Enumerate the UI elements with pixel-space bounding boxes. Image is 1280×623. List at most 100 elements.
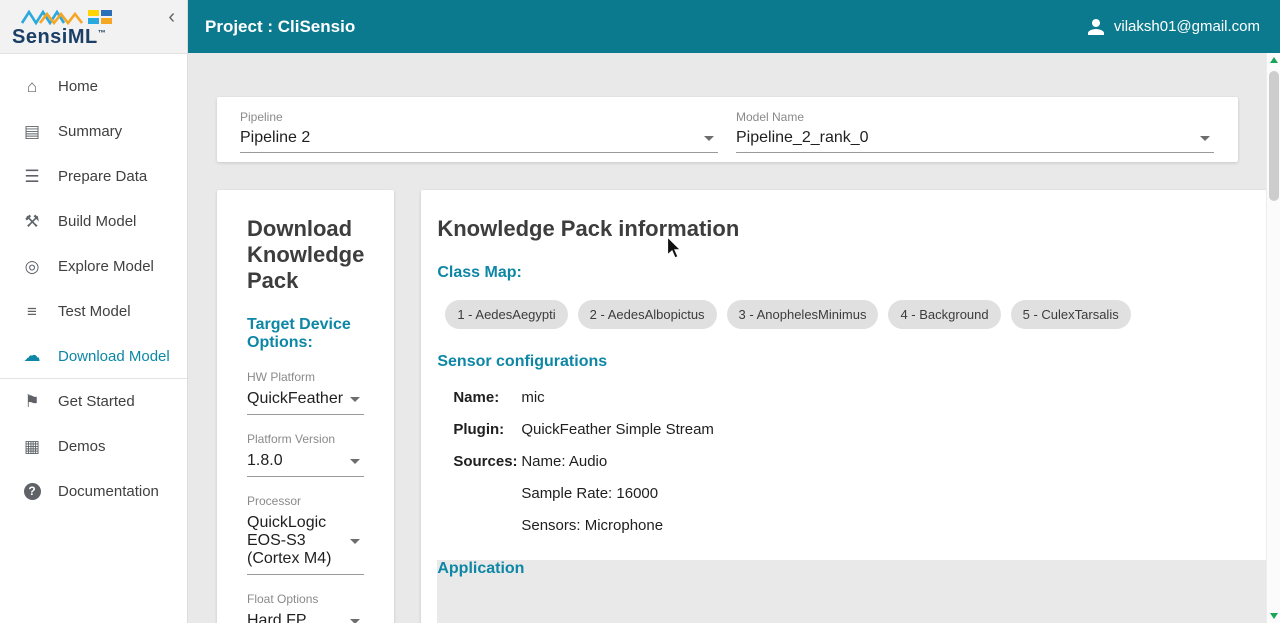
- sidebar-item-label: Download Model: [58, 347, 170, 365]
- logo-text: SensiML™: [12, 25, 107, 48]
- person-icon: [1087, 18, 1104, 35]
- device-option-select[interactable]: Processor QuickLogic EOS-S3 (Cortex M4): [247, 494, 365, 575]
- model-name-select-label: Model Name: [736, 110, 805, 124]
- model-name-select-value: Pipeline_2_rank_0: [736, 129, 869, 146]
- device-option-select[interactable]: HW Platform QuickFeather: [247, 370, 365, 415]
- sensor-configurations-heading: Sensor configurations: [437, 353, 608, 370]
- sensor-config-row: Name: mic: [453, 389, 1266, 406]
- dropdown-arrow-icon[interactable]: [350, 618, 361, 623]
- application-heading: Application: [437, 560, 1266, 623]
- sensor-config-value: Name: Audio: [521, 453, 608, 470]
- class-map-heading: Class Map:: [437, 264, 522, 281]
- pipeline-select-label: Pipeline: [240, 110, 283, 124]
- pipeline-select[interactable]: Pipeline Pipeline 2: [240, 110, 718, 153]
- sidebar-item[interactable]: ☁ Download Model: [0, 334, 187, 379]
- sensor-config-value: Sensors: Microphone: [521, 517, 664, 534]
- dropdown-arrow-icon[interactable]: [704, 135, 714, 141]
- user-email: vilaksh01@gmail.com: [1113, 18, 1260, 35]
- dropdown-arrow-icon[interactable]: [350, 396, 361, 402]
- sensor-config-row: Sensors: Microphone: [453, 517, 1266, 534]
- logo-waves-icon: [20, 9, 112, 25]
- sidebar-nav: ⌂ Home ▤ Summary ☰ Prepare Data ⚒ Build …: [0, 54, 187, 514]
- device-option-value: 1.8.0: [247, 452, 283, 469]
- class-chip: 1 - AedesAegypti: [445, 300, 568, 329]
- sensor-config-value: QuickFeather Simple Stream: [521, 421, 714, 438]
- scrollbar-thumb[interactable]: [1269, 71, 1279, 201]
- sensiml-logo: SensiML™: [12, 7, 124, 47]
- sidebar-item-label: Home: [58, 78, 99, 95]
- sensor-config-label: Sources:: [453, 453, 518, 470]
- dropdown-arrow-icon[interactable]: [350, 458, 361, 464]
- sidebar-item[interactable]: ▦ Demos: [0, 424, 187, 469]
- sidebar-item[interactable]: ? Documentation: [0, 469, 187, 514]
- scrollbar[interactable]: [1266, 53, 1280, 623]
- test-model-icon: ≡: [27, 301, 37, 321]
- pipeline-selector-bar: Pipeline Pipeline 2 Model Name Pipeline_…: [217, 97, 1238, 162]
- sidebar-item[interactable]: ☰ Prepare Data: [0, 154, 187, 199]
- target-device-options-heading: Target Device Options:: [247, 316, 351, 351]
- class-map-chips: 1 - AedesAegypti 2 - AedesAlbopictus 3 -…: [445, 300, 1266, 329]
- sensor-config-label: [453, 485, 521, 502]
- sidebar-item[interactable]: ⚑ Get Started: [0, 379, 187, 424]
- sidebar-item-label: Prepare Data: [58, 168, 148, 185]
- device-option-label: Float Options: [247, 592, 319, 606]
- sidebar-collapse-icon[interactable]: ‹: [162, 4, 181, 31]
- explore-model-icon: ◎: [24, 256, 40, 276]
- sidebar-item-label: Build Model: [58, 213, 137, 230]
- class-chip: 4 - Background: [888, 300, 1001, 329]
- sidebar-item[interactable]: ◎ Explore Model: [0, 244, 187, 289]
- sensor-config-label: [453, 517, 521, 534]
- device-option-value: QuickLogic EOS-S3 (Cortex M4): [247, 514, 332, 567]
- user-account-button[interactable]: vilaksh01@gmail.com: [1086, 17, 1260, 37]
- download-model-icon: ☁: [23, 346, 41, 365]
- app-window: SensiML™ ‹ ⌂ Home ▤ Summary ☰ Prepare Da…: [0, 0, 1280, 623]
- device-option-select[interactable]: Platform Version 1.8.0: [247, 432, 365, 477]
- sensor-config-row: Plugin: QuickFeather Simple Stream: [453, 421, 1266, 438]
- device-option-label: HW Platform: [247, 370, 316, 384]
- class-chip: 3 - AnophelesMinimus: [726, 300, 879, 329]
- device-option-value: QuickFeather: [247, 390, 344, 407]
- pipeline-select-value: Pipeline 2: [240, 129, 311, 146]
- sidebar-item[interactable]: ≡ Test Model: [0, 289, 187, 334]
- home-icon: ⌂: [26, 76, 38, 96]
- sidebar-item-label: Demos: [58, 438, 106, 455]
- sensor-configuration-rows: Name: mic Plugin: QuickFeather Simple St…: [453, 389, 1266, 534]
- get-started-icon: ⚑: [24, 391, 40, 411]
- main-content: Pipeline Pipeline 2 Model Name Pipeline_…: [188, 53, 1266, 623]
- build-model-icon: ⚒: [24, 211, 40, 231]
- sidebar: SensiML™ ‹ ⌂ Home ▤ Summary ☰ Prepare Da…: [0, 0, 188, 623]
- device-option-value: Hard FP: [247, 612, 307, 623]
- sensor-config-row: Sources: Name: Audio: [453, 453, 1266, 470]
- project-title: Project : CliSensio: [205, 16, 356, 36]
- scroll-up-arrow-icon[interactable]: [1267, 53, 1280, 67]
- prepare-data-icon: ☰: [24, 166, 40, 186]
- dropdown-arrow-icon[interactable]: [1200, 135, 1210, 141]
- info-card-title: Knowledge Pack information: [437, 216, 740, 241]
- knowledge-pack-info-card: Knowledge Pack information Class Map: 1 …: [421, 190, 1266, 623]
- summary-icon: ▤: [23, 121, 41, 141]
- sidebar-item-label: Documentation: [58, 483, 159, 500]
- sidebar-item-label: Get Started: [58, 393, 135, 410]
- sidebar-item-label: Summary: [58, 123, 123, 140]
- sidebar-item[interactable]: ⚒ Build Model: [0, 199, 187, 244]
- sidebar-item[interactable]: ▤ Summary: [0, 109, 187, 154]
- logo-area: SensiML™ ‹: [0, 0, 187, 54]
- class-chip: 2 - AedesAlbopictus: [577, 300, 717, 329]
- documentation-icon: ?: [20, 483, 44, 500]
- device-option-label: Platform Version: [247, 432, 336, 446]
- sidebar-item-label: Explore Model: [58, 258, 154, 275]
- device-option-label: Processor: [247, 494, 302, 508]
- top-header: Project : CliSensio vilaksh01@gmail.com: [188, 0, 1280, 53]
- class-chip: 5 - CulexTarsalis: [1010, 300, 1131, 329]
- model-name-select[interactable]: Model Name Pipeline_2_rank_0: [736, 110, 1214, 153]
- sensor-config-label: Name:: [453, 389, 500, 406]
- dropdown-arrow-icon[interactable]: [350, 538, 361, 544]
- download-knowledge-pack-card: Download Knowledge Pack Target Device Op…: [217, 190, 395, 623]
- sensor-config-row: Sample Rate: 16000: [453, 485, 1266, 502]
- scroll-down-arrow-icon[interactable]: [1267, 609, 1280, 623]
- sidebar-item[interactable]: ⌂ Home: [0, 64, 187, 109]
- download-card-title: Download Knowledge Pack: [247, 216, 365, 293]
- device-option-select[interactable]: Float Options Hard FP: [247, 592, 364, 623]
- sensor-config-value: Sample Rate: 16000: [521, 485, 659, 502]
- sensor-config-label: Plugin:: [453, 421, 505, 438]
